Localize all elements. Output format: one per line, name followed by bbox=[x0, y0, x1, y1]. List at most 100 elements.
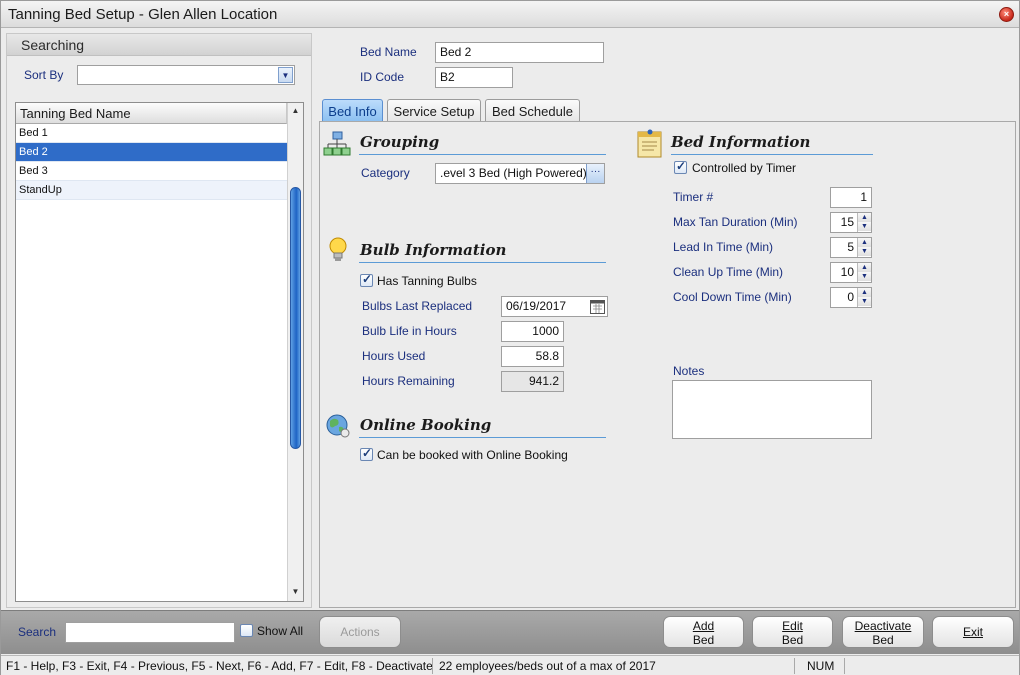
status-divider bbox=[432, 658, 433, 674]
actions-button[interactable]: Actions bbox=[319, 616, 401, 648]
notes-label: Notes bbox=[673, 364, 705, 378]
search-panel-title: Searching bbox=[21, 37, 85, 53]
scroll-thumb[interactable] bbox=[290, 187, 301, 449]
bulb-life-label: Bulb Life in Hours bbox=[362, 324, 457, 338]
exit-button[interactable]: Exit bbox=[932, 616, 1014, 648]
cool-down-spinner[interactable]: ▲ ▼ bbox=[857, 288, 871, 307]
sort-by-dropdown[interactable]: ▼ bbox=[77, 65, 295, 85]
hours-used-label: Hours Used bbox=[362, 349, 426, 363]
notepad-icon bbox=[637, 129, 662, 158]
spin-up-icon[interactable]: ▲ bbox=[858, 238, 871, 247]
spin-down-icon[interactable]: ▼ bbox=[858, 272, 871, 281]
add-bed-line1: Add bbox=[692, 619, 715, 633]
bottom-toolbar: Search Show All Actions Add Bed Edit Bed… bbox=[1, 610, 1019, 654]
spin-down-icon[interactable]: ▼ bbox=[858, 222, 871, 231]
notes-textarea[interactable] bbox=[672, 380, 872, 439]
id-code-label: ID Code bbox=[360, 70, 405, 84]
bulb-info-title: Bulb Information bbox=[360, 241, 507, 259]
chevron-down-icon[interactable]: ▼ bbox=[278, 67, 293, 83]
bed-name-label: Bed Name bbox=[360, 45, 417, 59]
bulb-info-divider bbox=[359, 262, 606, 263]
controlled-by-timer-checkbox[interactable] bbox=[674, 159, 687, 174]
grouping-title: Grouping bbox=[360, 133, 440, 151]
add-bed-line2: Bed bbox=[692, 633, 715, 647]
edit-bed-button[interactable]: Edit Bed bbox=[752, 616, 833, 648]
search-label: Search bbox=[18, 625, 57, 639]
controlled-by-timer-label: Controlled by Timer bbox=[692, 161, 797, 175]
status-bar: F1 - Help, F3 - Exit, F4 - Previous, F5 … bbox=[1, 655, 1019, 675]
online-booking-checkbox[interactable] bbox=[360, 446, 373, 461]
status-divider bbox=[794, 658, 795, 674]
category-browse-button[interactable]: ··· bbox=[586, 164, 604, 183]
grouping-divider bbox=[359, 154, 606, 155]
close-icon: × bbox=[1003, 9, 1010, 19]
scroll-down-icon[interactable]: ▼ bbox=[288, 584, 303, 600]
status-count: 22 employees/beds out of a max of 2017 bbox=[439, 659, 656, 673]
clean-up-label: Clean Up Time (Min) bbox=[673, 265, 784, 279]
spin-up-icon[interactable]: ▲ bbox=[858, 213, 871, 222]
list-item[interactable]: StandUp bbox=[16, 181, 287, 200]
column-header-label: Tanning Bed Name bbox=[20, 106, 131, 121]
has-bulbs-label: Has Tanning Bulbs bbox=[377, 274, 477, 288]
lead-in-label: Lead In Time (Min) bbox=[673, 240, 774, 254]
bed-name-input[interactable]: Bed 2 bbox=[435, 42, 604, 63]
spin-down-icon[interactable]: ▼ bbox=[858, 247, 871, 256]
category-value: .evel 3 Bed (High Powered) bbox=[440, 166, 587, 180]
deactivate-bed-line1: Deactivate bbox=[854, 619, 912, 633]
edit-bed-line2: Bed bbox=[781, 633, 804, 647]
category-label: Category bbox=[361, 166, 410, 180]
hours-remaining-label: Hours Remaining bbox=[362, 374, 455, 388]
online-booking-divider bbox=[359, 437, 606, 438]
online-booking-title: Online Booking bbox=[360, 416, 492, 434]
add-bed-button[interactable]: Add Bed bbox=[663, 616, 744, 648]
timer-number-input[interactable]: 1 bbox=[830, 187, 872, 208]
cool-down-label: Cool Down Time (Min) bbox=[673, 290, 792, 304]
timer-number-label: Timer # bbox=[673, 190, 714, 204]
id-code-input[interactable]: B2 bbox=[435, 67, 513, 88]
globe-icon bbox=[326, 414, 350, 438]
deactivate-bed-button[interactable]: Deactivate Bed bbox=[842, 616, 924, 648]
max-tan-duration-label: Max Tan Duration (Min) bbox=[673, 215, 798, 229]
sort-by-label: Sort By bbox=[24, 68, 64, 82]
list-column-header[interactable]: Tanning Bed Name bbox=[16, 103, 287, 124]
deactivate-bed-line2: Bed bbox=[872, 633, 894, 647]
spin-up-icon[interactable]: ▲ bbox=[858, 288, 871, 297]
bed-info-divider bbox=[671, 154, 873, 155]
window-title: Tanning Bed Setup - Glen Allen Location bbox=[8, 6, 278, 23]
list-item[interactable]: Bed 3 bbox=[16, 162, 287, 181]
hours-remaining-value: 941.2 bbox=[501, 371, 564, 392]
scroll-up-icon[interactable]: ▲ bbox=[288, 103, 303, 119]
list-item[interactable]: Bed 1 bbox=[16, 124, 287, 143]
last-replaced-value: 06/19/2017 bbox=[506, 299, 567, 313]
online-booking-label: Can be booked with Online Booking bbox=[377, 448, 568, 462]
bed-info-panel bbox=[319, 121, 1016, 608]
max-tan-spinner[interactable]: ▲ ▼ bbox=[857, 213, 871, 232]
close-button[interactable]: × bbox=[999, 7, 1014, 22]
show-all-checkbox[interactable] bbox=[240, 624, 253, 637]
search-input[interactable] bbox=[65, 622, 235, 643]
bed-list: Tanning Bed Name Bed 1 Bed 2 Bed 3 Stand… bbox=[15, 102, 304, 602]
has-bulbs-checkbox[interactable] bbox=[360, 272, 373, 287]
hours-used-input[interactable]: 58.8 bbox=[501, 346, 564, 367]
edit-bed-line1: Edit bbox=[782, 619, 803, 633]
show-all-label: Show All bbox=[257, 624, 304, 638]
search-panel: Searching Sort By ▼ Tanning Bed Name Bed… bbox=[6, 33, 312, 608]
status-divider bbox=[844, 658, 845, 674]
bulb-life-input[interactable]: 1000 bbox=[501, 321, 564, 342]
calendar-icon[interactable] bbox=[590, 299, 605, 314]
category-input[interactable]: .evel 3 Bed (High Powered) bbox=[435, 163, 605, 184]
spin-down-icon[interactable]: ▼ bbox=[858, 297, 871, 306]
list-item[interactable]: Bed 2 bbox=[16, 143, 287, 162]
status-num-lock: NUM bbox=[807, 659, 835, 673]
status-shortcuts: F1 - Help, F3 - Exit, F4 - Previous, F5 … bbox=[6, 659, 433, 673]
bed-info-title: Bed Information bbox=[671, 133, 811, 151]
spin-up-icon[interactable]: ▲ bbox=[858, 263, 871, 272]
lightbulb-icon bbox=[329, 237, 347, 261]
last-replaced-label: Bulbs Last Replaced bbox=[362, 299, 473, 313]
lead-in-spinner[interactable]: ▲ ▼ bbox=[857, 238, 871, 257]
clean-up-spinner[interactable]: ▲ ▼ bbox=[857, 263, 871, 282]
search-panel-header: Searching bbox=[7, 34, 311, 56]
list-scrollbar[interactable]: ▲ ▼ bbox=[287, 103, 303, 601]
app-window: Tanning Bed Setup - Glen Allen Location … bbox=[0, 0, 1020, 675]
title-bar[interactable]: Tanning Bed Setup - Glen Allen Location … bbox=[1, 1, 1019, 28]
